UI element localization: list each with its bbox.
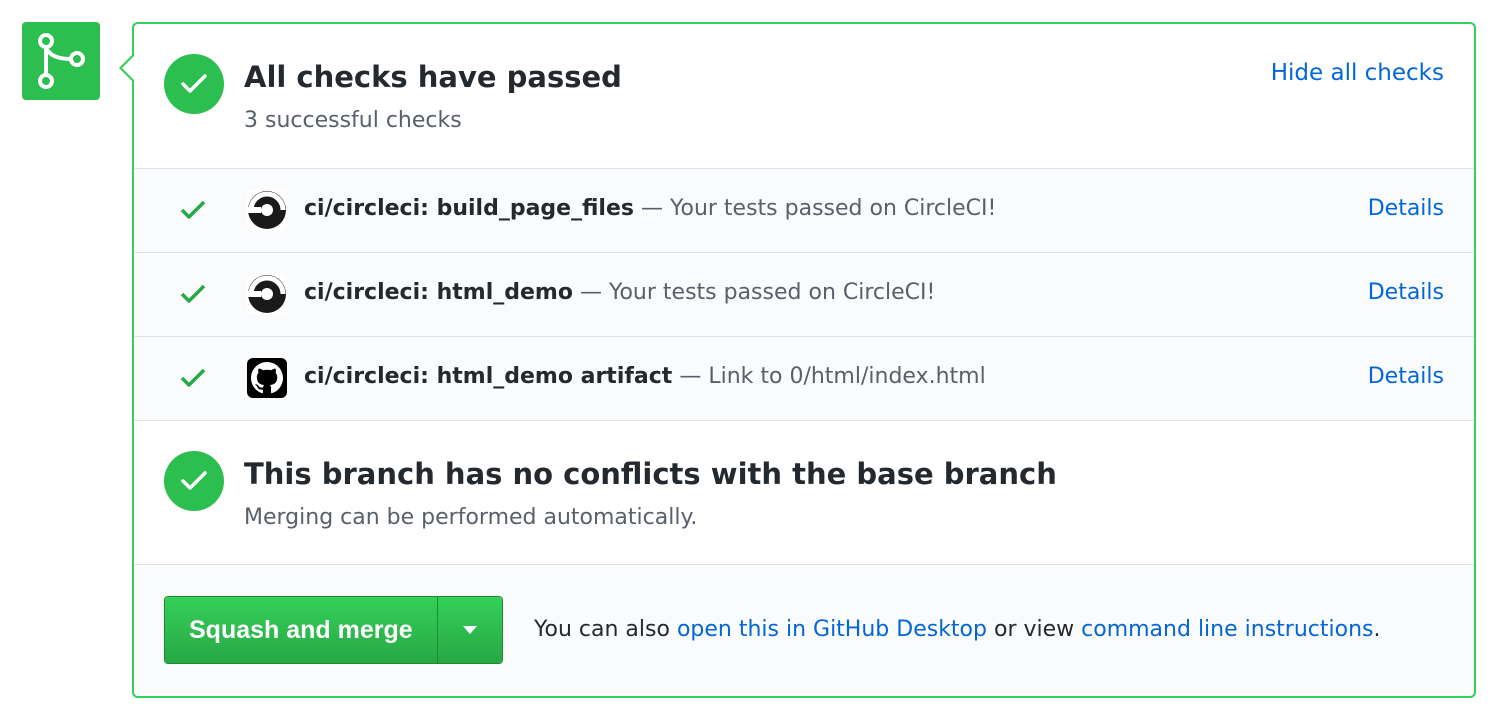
checks-summary: All checks have passed 3 successful chec… <box>134 24 1474 169</box>
check-circle-icon <box>164 451 224 511</box>
check-name: ci/circleci: html_demo <box>304 280 573 305</box>
panel-pointer-inner <box>122 56 134 80</box>
check-description: Your tests passed on CircleCI! <box>608 280 936 305</box>
hide-all-checks-link[interactable]: Hide all checks <box>1271 60 1444 86</box>
check-name: ci/circleci: build_page_files <box>304 196 634 221</box>
merge-status-panel: All checks have passed 3 successful chec… <box>119 22 1476 698</box>
merge-note: You can also open this in GitHub Desktop… <box>534 617 1380 642</box>
checks-summary-subtitle: 3 successful checks <box>244 108 462 133</box>
squash-and-merge-button[interactable]: Squash and merge <box>165 597 437 663</box>
details-link[interactable]: Details <box>1368 196 1444 221</box>
circleci-icon <box>247 190 287 230</box>
open-github-desktop-link[interactable]: open this in GitHub Desktop <box>677 617 987 642</box>
merge-note-prefix: You can also <box>534 617 677 642</box>
check-separator: — <box>572 280 609 305</box>
check-row: ci/circleci: html_demo artifact — Link t… <box>134 337 1474 421</box>
triangle-down-icon <box>462 626 477 634</box>
check-text: ci/circleci: build_page_files — Your tes… <box>304 196 996 221</box>
check-separator: — <box>672 364 709 389</box>
check-row: ci/circleci: html_demo — Your tests pass… <box>134 253 1474 337</box>
check-row: ci/circleci: build_page_files — Your tes… <box>134 169 1474 253</box>
merge-actions: Squash and merge You can also open this … <box>134 565 1474 694</box>
check-description: Link to 0/html/index.html <box>708 364 986 389</box>
branch-status-subtitle: Merging can be performed automatically. <box>244 505 698 530</box>
merge-method-dropdown[interactable] <box>436 597 502 663</box>
check-separator: — <box>633 196 670 221</box>
git-merge-icon <box>22 22 100 100</box>
git-merge-icon-glyph <box>38 33 85 89</box>
check-circle-icon <box>164 54 224 114</box>
details-link[interactable]: Details <box>1368 364 1444 389</box>
check-icon <box>180 200 206 219</box>
merge-note-middle: or view <box>986 617 1082 642</box>
branch-status-title: This branch has no conflicts with the ba… <box>244 457 1057 491</box>
merge-button-group: Squash and merge <box>164 596 503 664</box>
merge-note-suffix: . <box>1373 617 1381 642</box>
check-icon <box>180 284 206 303</box>
details-link[interactable]: Details <box>1368 280 1444 305</box>
check-icon <box>180 368 206 387</box>
github-icon <box>247 358 287 398</box>
checks-list: ci/circleci: build_page_files — Your tes… <box>134 169 1474 421</box>
check-name: ci/circleci: html_demo artifact <box>304 364 673 389</box>
check-description: Your tests passed on CircleCI! <box>669 196 997 221</box>
circleci-icon <box>247 274 287 314</box>
check-text: ci/circleci: html_demo — Your tests pass… <box>304 280 935 305</box>
command-line-instructions-link[interactable]: command line instructions <box>1081 617 1373 642</box>
branch-status: This branch has no conflicts with the ba… <box>134 421 1474 565</box>
checks-summary-title: All checks have passed <box>244 60 622 94</box>
check-text: ci/circleci: html_demo artifact — Link t… <box>304 364 986 389</box>
